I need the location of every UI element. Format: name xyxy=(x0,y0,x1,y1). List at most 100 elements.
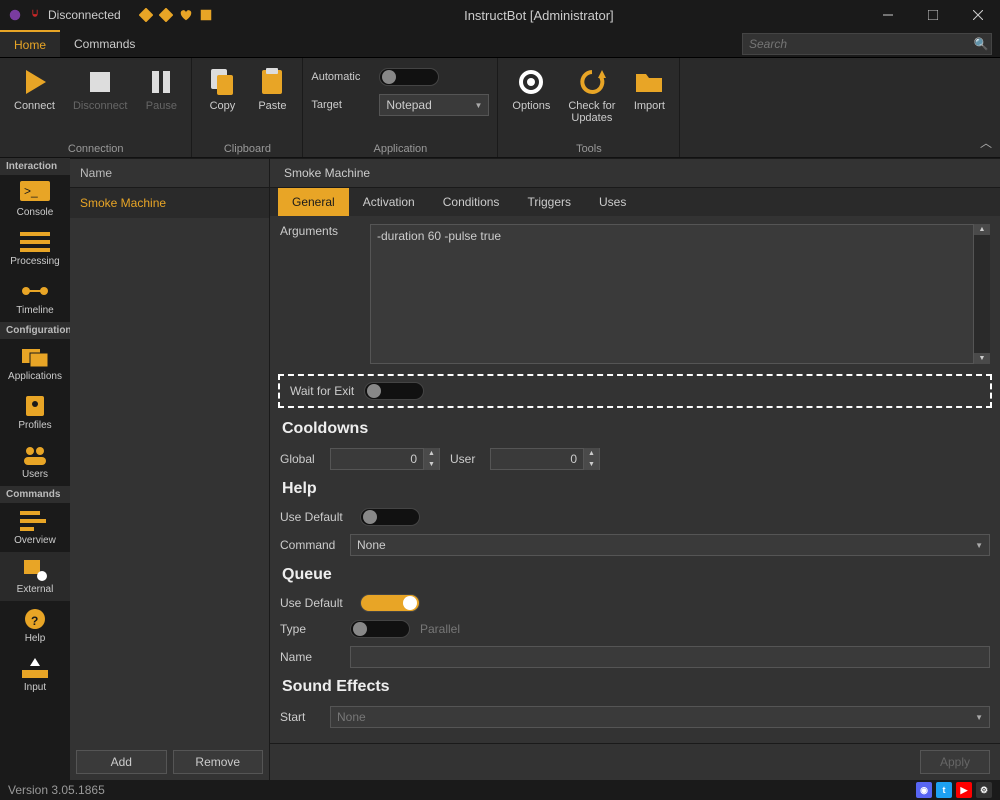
disconnect-button[interactable]: Disconnect xyxy=(67,62,133,116)
sidebar-item-profiles[interactable]: Profiles xyxy=(0,388,70,437)
help-use-default-toggle[interactable] xyxy=(360,508,420,526)
discord-icon[interactable]: ◉ xyxy=(916,782,932,798)
badge2-icon xyxy=(159,8,173,22)
collapse-ribbon-button[interactable]: ︿ xyxy=(980,134,992,151)
user-cooldown-input[interactable]: 0▲▼ xyxy=(490,448,600,470)
help-command-dropdown[interactable]: None▼ xyxy=(350,534,990,556)
twitter-icon[interactable]: t xyxy=(936,782,952,798)
application-group-label: Application xyxy=(373,141,427,155)
remove-button[interactable]: Remove xyxy=(173,750,264,774)
sidebar-item-overview[interactable]: Overview xyxy=(0,503,70,552)
sidebar-item-timeline[interactable]: Timeline xyxy=(0,273,70,322)
help-use-default-label: Use Default xyxy=(280,510,350,524)
sidebar-item-input[interactable]: Input xyxy=(0,650,70,699)
sidebar-item-help[interactable]: ?Help xyxy=(0,601,70,650)
youtube-icon[interactable]: ▶ xyxy=(956,782,972,798)
search-input[interactable]: 🔍 xyxy=(742,33,992,55)
arguments-input[interactable]: -duration 60 -pulse true xyxy=(370,224,974,364)
input-icon xyxy=(20,656,50,680)
list-header-name: Name xyxy=(70,158,269,188)
queue-name-input[interactable] xyxy=(350,646,990,668)
tools-group-label: Tools xyxy=(576,141,602,155)
sidebar-item-external[interactable]: External xyxy=(0,552,70,601)
queue-type-toggle[interactable] xyxy=(350,620,410,638)
apps-icon xyxy=(20,345,50,369)
timeline-icon xyxy=(20,279,50,303)
arguments-label: Arguments xyxy=(280,224,360,238)
section-commands: Commands xyxy=(0,486,70,503)
queue-type-label: Type xyxy=(280,622,340,636)
paste-button[interactable]: Paste xyxy=(250,62,294,116)
copy-icon xyxy=(206,66,238,98)
overview-icon xyxy=(20,509,50,533)
play-icon xyxy=(18,66,50,98)
chevron-down-icon: ▼ xyxy=(474,101,482,110)
connect-button[interactable]: Connect xyxy=(8,62,61,116)
statusbar: Version 3.05.1865 ◉ t ▶ ⚙ xyxy=(0,780,1000,800)
sidebar-item-applications[interactable]: Applications xyxy=(0,339,70,388)
refresh-icon xyxy=(576,66,608,98)
close-button[interactable] xyxy=(955,0,1000,30)
sidebar-item-users[interactable]: Users xyxy=(0,437,70,486)
help-header: Help xyxy=(270,474,1000,504)
version-label: Version 3.05.1865 xyxy=(8,783,105,797)
check-updates-button[interactable]: Check for Updates xyxy=(562,62,621,128)
queue-use-default-label: Use Default xyxy=(280,596,350,610)
add-button[interactable]: Add xyxy=(76,750,167,774)
detail-tabs: General Activation Conditions Triggers U… xyxy=(270,188,1000,216)
maximize-button[interactable] xyxy=(910,0,955,30)
options-button[interactable]: Options xyxy=(506,62,556,116)
pause-button[interactable]: Pause xyxy=(139,62,183,116)
wait-for-exit-toggle[interactable] xyxy=(364,382,424,400)
automatic-label: Automatic xyxy=(311,71,371,83)
connection-group-label: Connection xyxy=(68,141,124,155)
stop-icon xyxy=(84,66,116,98)
svg-text:>_: >_ xyxy=(24,184,38,198)
detail-title: Smoke Machine xyxy=(270,158,1000,188)
chevron-down-icon: ▼ xyxy=(975,713,983,722)
user-label: User xyxy=(450,452,480,466)
tab-conditions[interactable]: Conditions xyxy=(429,188,514,216)
wait-for-exit-label: Wait for Exit xyxy=(290,384,354,398)
scrollbar[interactable]: ▲▼ xyxy=(974,224,990,364)
cooldowns-header: Cooldowns xyxy=(270,414,1000,444)
section-configuration: Configuration xyxy=(0,322,70,339)
external-icon xyxy=(20,558,50,582)
tab-home[interactable]: Home xyxy=(0,30,60,57)
tab-commands[interactable]: Commands xyxy=(60,30,149,57)
list-item[interactable]: Smoke Machine xyxy=(70,188,269,218)
sound-effects-header: Sound Effects xyxy=(270,672,1000,702)
global-cooldown-input[interactable]: 0▲▼ xyxy=(330,448,440,470)
titlebar: Disconnected InstructBot [Administrator] xyxy=(0,0,1000,30)
clipboard-group-label: Clipboard xyxy=(224,141,271,155)
automatic-toggle[interactable] xyxy=(379,68,439,86)
settings-icon[interactable]: ⚙ xyxy=(976,782,992,798)
copy-button[interactable]: Copy xyxy=(200,62,244,116)
sound-start-dropdown[interactable]: None▼ xyxy=(330,706,990,728)
queue-use-default-toggle[interactable] xyxy=(360,594,420,612)
search-icon: 🔍 xyxy=(971,37,991,51)
connection-status: Disconnected xyxy=(48,8,121,22)
menubar: Home Commands 🔍 xyxy=(0,30,1000,58)
chevron-down-icon: ▼ xyxy=(975,541,983,550)
sidebar-item-console[interactable]: >_Console xyxy=(0,175,70,224)
left-panel: Interaction >_Console Processing Timelin… xyxy=(0,158,70,780)
help-command-label: Command xyxy=(280,538,340,552)
profile-icon xyxy=(20,394,50,418)
processing-icon xyxy=(20,230,50,254)
tab-general[interactable]: General xyxy=(278,188,349,216)
badge3-icon xyxy=(199,8,213,22)
section-interaction: Interaction xyxy=(0,158,70,175)
global-label: Global xyxy=(280,452,320,466)
tab-triggers[interactable]: Triggers xyxy=(513,188,585,216)
tab-uses[interactable]: Uses xyxy=(585,188,640,216)
badge1-icon xyxy=(139,8,153,22)
target-dropdown[interactable]: Notepad ▼ xyxy=(379,94,489,116)
minimize-button[interactable] xyxy=(865,0,910,30)
import-button[interactable]: Import xyxy=(627,62,671,116)
apply-button[interactable]: Apply xyxy=(920,750,990,774)
sidebar-item-processing[interactable]: Processing xyxy=(0,224,70,273)
window-title: InstructBot [Administrator] xyxy=(213,8,865,23)
users-icon xyxy=(20,443,50,467)
tab-activation[interactable]: Activation xyxy=(349,188,429,216)
